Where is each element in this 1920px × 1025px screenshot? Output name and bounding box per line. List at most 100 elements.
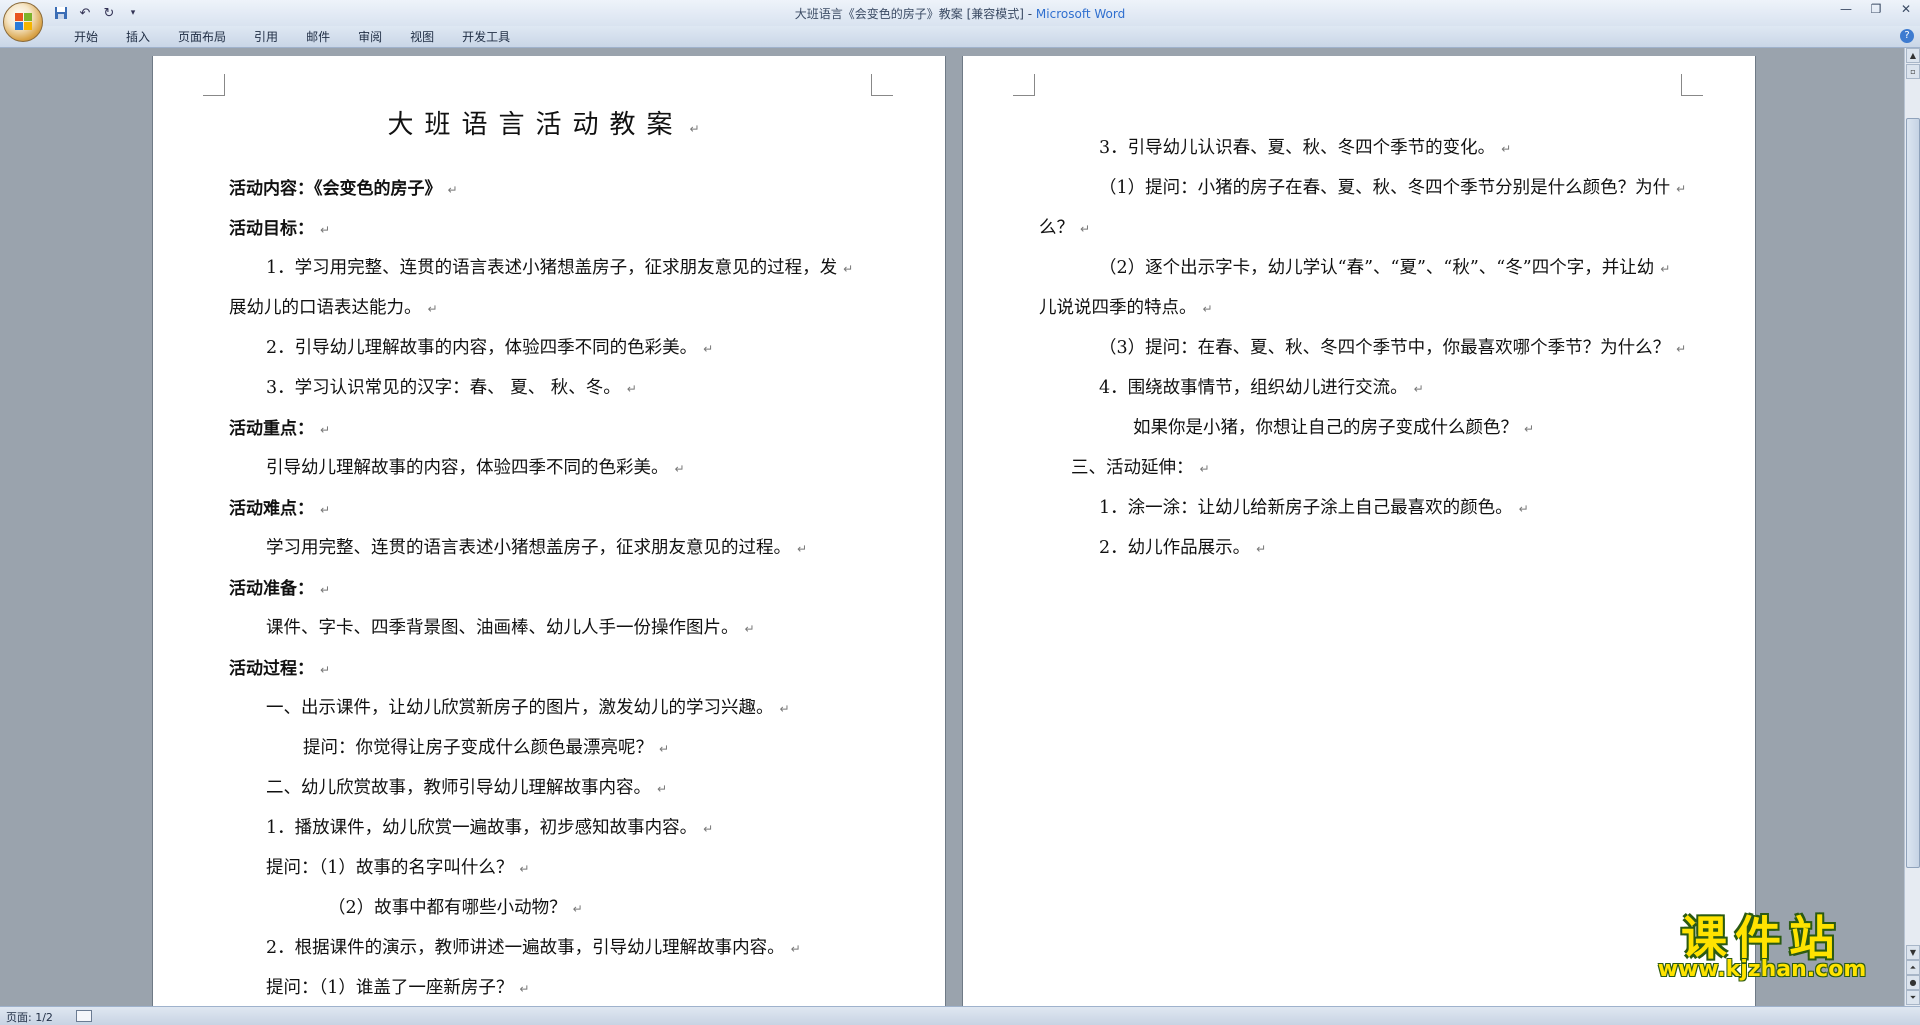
proofing-icon[interactable] [76,1010,92,1022]
status-bar: 页面: 1/2 [0,1006,1920,1025]
line-text: （1）提问：小猪的房子在春、夏、秋、冬四个季节分别是什么颜色？为什 [1099,178,1671,198]
text-line: 活动难点： ↵ [229,494,330,519]
paragraph-mark-icon: ↵ [744,622,755,636]
line-text: 2．引导幼儿理解故事的内容，体验四季不同的色彩美。 [266,338,698,358]
office-button[interactable] [3,2,43,42]
paragraph-mark-icon: ↵ [447,183,458,197]
scroll-down-icon[interactable]: ▼ [1906,945,1920,960]
office-logo-icon [15,13,33,31]
paragraph-mark-icon: ↵ [320,663,331,677]
page-1[interactable]: 大班语言活动教案 ↵ 活动内容：《会变色的房子》 ↵ 活动目标： ↵ 1．学习用完整、连贯… [152,56,946,1006]
line-text: 提问：（1）谁盖了一座新房子？ [266,978,514,998]
paragraph-mark-icon: ↵ [674,462,685,476]
tab-mailings[interactable]: 邮件 [292,30,344,44]
text-line: 学习用完整、连贯的语言表述小猪想盖房子，征求朋友意见的过程。 ↵ [266,534,807,559]
text-line: 1．播放课件，幼儿欣赏一遍故事，初步感知故事内容。 ↵ [266,814,713,839]
text-line: 提问：你觉得让房子变成什么颜色最漂亮呢？ ↵ [303,734,669,759]
document-heading: 大班语言活动教案 ↵ [387,110,711,140]
paragraph-mark-icon: ↵ [1202,302,1213,316]
paragraph-mark-icon: ↵ [1518,502,1529,516]
text-line: 活动目标： ↵ [229,214,330,239]
ribbon-tabs: 开始 插入 页面布局 引用 邮件 审阅 视图 开发工具 [60,30,524,44]
paragraph-mark-icon: ↵ [703,342,714,356]
paragraph-mark-icon: ↵ [1080,222,1091,236]
paragraph-mark-icon: ↵ [1256,542,1267,556]
margin-mark [203,74,225,96]
page-indicator[interactable]: 页面: 1/2 [6,1009,53,1025]
previous-page-icon[interactable]: ⏶ [1906,960,1920,975]
ribbon-tab-bar: 开始 插入 页面布局 引用 邮件 审阅 视图 开发工具 ? [0,26,1920,48]
text-line: 提问：（1）故事的名字叫什么？ ↵ [266,854,529,879]
text-line: 4．围绕故事情节，组织幼儿进行交流。 ↵ [1099,374,1424,399]
text-line: 2．引导幼儿理解故事的内容，体验四季不同的色彩美。 ↵ [266,334,713,359]
paragraph-mark-icon: ↵ [790,942,801,956]
line-text: 2．根据课件的演示，教师讲述一遍故事，引导幼儿理解故事内容。 [266,938,785,958]
scrollbar-thumb[interactable] [1906,118,1920,868]
line-text: 活动重点： [229,419,314,439]
line-text: 活动准备： [229,579,314,599]
paragraph-mark-icon: ↵ [1676,182,1687,196]
text-line: 么？ ↵ [1039,214,1090,239]
line-text: 课件、字卡、四季背景图、油画棒、幼儿人手一份操作图片。 [266,618,739,638]
scroll-up-icon[interactable]: ▲ [1906,48,1920,63]
paragraph-mark-icon: ↵ [320,423,331,437]
text-line: 三、活动延伸： ↵ [1071,454,1210,479]
paragraph-mark-icon: ↵ [519,982,530,996]
line-text: 1．播放课件，幼儿欣赏一遍故事，初步感知故事内容。 [266,818,698,838]
paragraph-mark-icon: ↵ [659,742,670,756]
paragraph-mark-icon: ↵ [626,382,637,396]
text-line: 引导幼儿理解故事的内容，体验四季不同的色彩美。 ↵ [266,454,685,479]
paragraph-mark-icon: ↵ [1199,462,1210,476]
document-title: 大班语言《会变色的房子》教案 [兼容模式] - [794,7,1036,21]
tab-review[interactable]: 审阅 [344,30,396,44]
page-2[interactable]: 3．引导幼儿认识春、夏、秋、冬四个季节的变化。 ↵ （1）提问：小猪的房子在春、夏、… [962,56,1756,1006]
line-text: 1．涂一涂：让幼儿给新房子涂上自己最喜欢的颜色。 [1099,498,1513,518]
watermark-logo: 课件站 www.kjzhan.com [1642,902,1882,984]
text-line: 活动准备： ↵ [229,574,330,599]
tab-view[interactable]: 视图 [396,30,448,44]
paragraph-mark-icon: ↵ [843,262,854,276]
paragraph-mark-icon: ↵ [320,583,331,597]
line-text: 三、活动延伸： [1071,458,1194,478]
app-name: Microsoft Word [1035,7,1126,21]
text-line: 活动重点： ↵ [229,414,330,439]
tab-references[interactable]: 引用 [240,30,292,44]
text-line: 3．引导幼儿认识春、夏、秋、冬四个季节的变化。 ↵ [1099,134,1511,159]
select-browse-object-icon[interactable]: ● [1906,975,1920,990]
paragraph-mark-icon: ↵ [1676,342,1687,356]
line-text: 2．幼儿作品展示。 [1099,538,1251,558]
line-text: （2）逐个出示字卡，幼儿学认“春”、“夏”、“秋”、“冬”四个字，并让幼 [1099,258,1655,278]
ruler-toggle-icon[interactable]: ▫ [1906,64,1920,79]
vertical-scrollbar[interactable]: ▲ ▫ ▼ ⏶ ● ⏷ [1904,48,1920,1006]
line-text: 1．学习用完整、连贯的语言表述小猪想盖房子，征求朋友意见的过程，发 [266,258,838,278]
restore-button[interactable]: ❐ [1868,2,1884,16]
text-line: 活动内容：《会变色的房子》 ↵ [229,174,458,199]
close-button[interactable]: ✕ [1898,2,1914,16]
text-line: 2．根据课件的演示，教师讲述一遍故事，引导幼儿理解故事内容。 ↵ [266,934,801,959]
paragraph-mark-icon: ↵ [519,862,530,876]
line-text: 引导幼儿理解故事的内容，体验四季不同的色彩美。 [266,458,669,478]
window-controls: — ❐ ✕ [1838,2,1914,16]
line-text: 活动目标： [229,219,314,239]
paragraph-mark-icon: ↵ [797,542,808,556]
tab-insert[interactable]: 插入 [112,30,164,44]
text-line: 3．学习认识常见的汉字：春、 夏、 秋、冬。 ↵ [266,374,637,399]
line-text: 3．引导幼儿认识春、夏、秋、冬四个季节的变化。 [1099,138,1496,158]
text-line: 2．幼儿作品展示。 ↵ [1099,534,1266,559]
paragraph-mark-icon: ↵ [779,702,790,716]
tab-developer[interactable]: 开发工具 [448,30,524,44]
help-icon[interactable]: ? [1900,29,1914,43]
minimize-button[interactable]: — [1838,2,1854,16]
paragraph-mark-icon: ↵ [320,223,331,237]
paragraph-mark-icon: ↵ [1524,422,1535,436]
document-area: 大班语言活动教案 ↵ 活动内容：《会变色的房子》 ↵ 活动目标： ↵ 1．学习用完整、连贯… [0,48,1904,1006]
paragraph-mark-icon: ↵ [427,302,438,316]
line-text: 一、出示课件，让幼儿欣赏新房子的图片，激发幼儿的学习兴趣。 [266,698,774,718]
paragraph-mark-icon: ↵ [703,822,714,836]
next-page-icon[interactable]: ⏷ [1906,990,1920,1005]
tab-home[interactable]: 开始 [60,30,112,44]
line-text: 活动难点： [229,499,314,519]
line-text: 活动过程： [229,659,314,679]
line-text: 活动内容：《会变色的房子》 [229,179,442,199]
tab-page-layout[interactable]: 页面布局 [164,30,240,44]
